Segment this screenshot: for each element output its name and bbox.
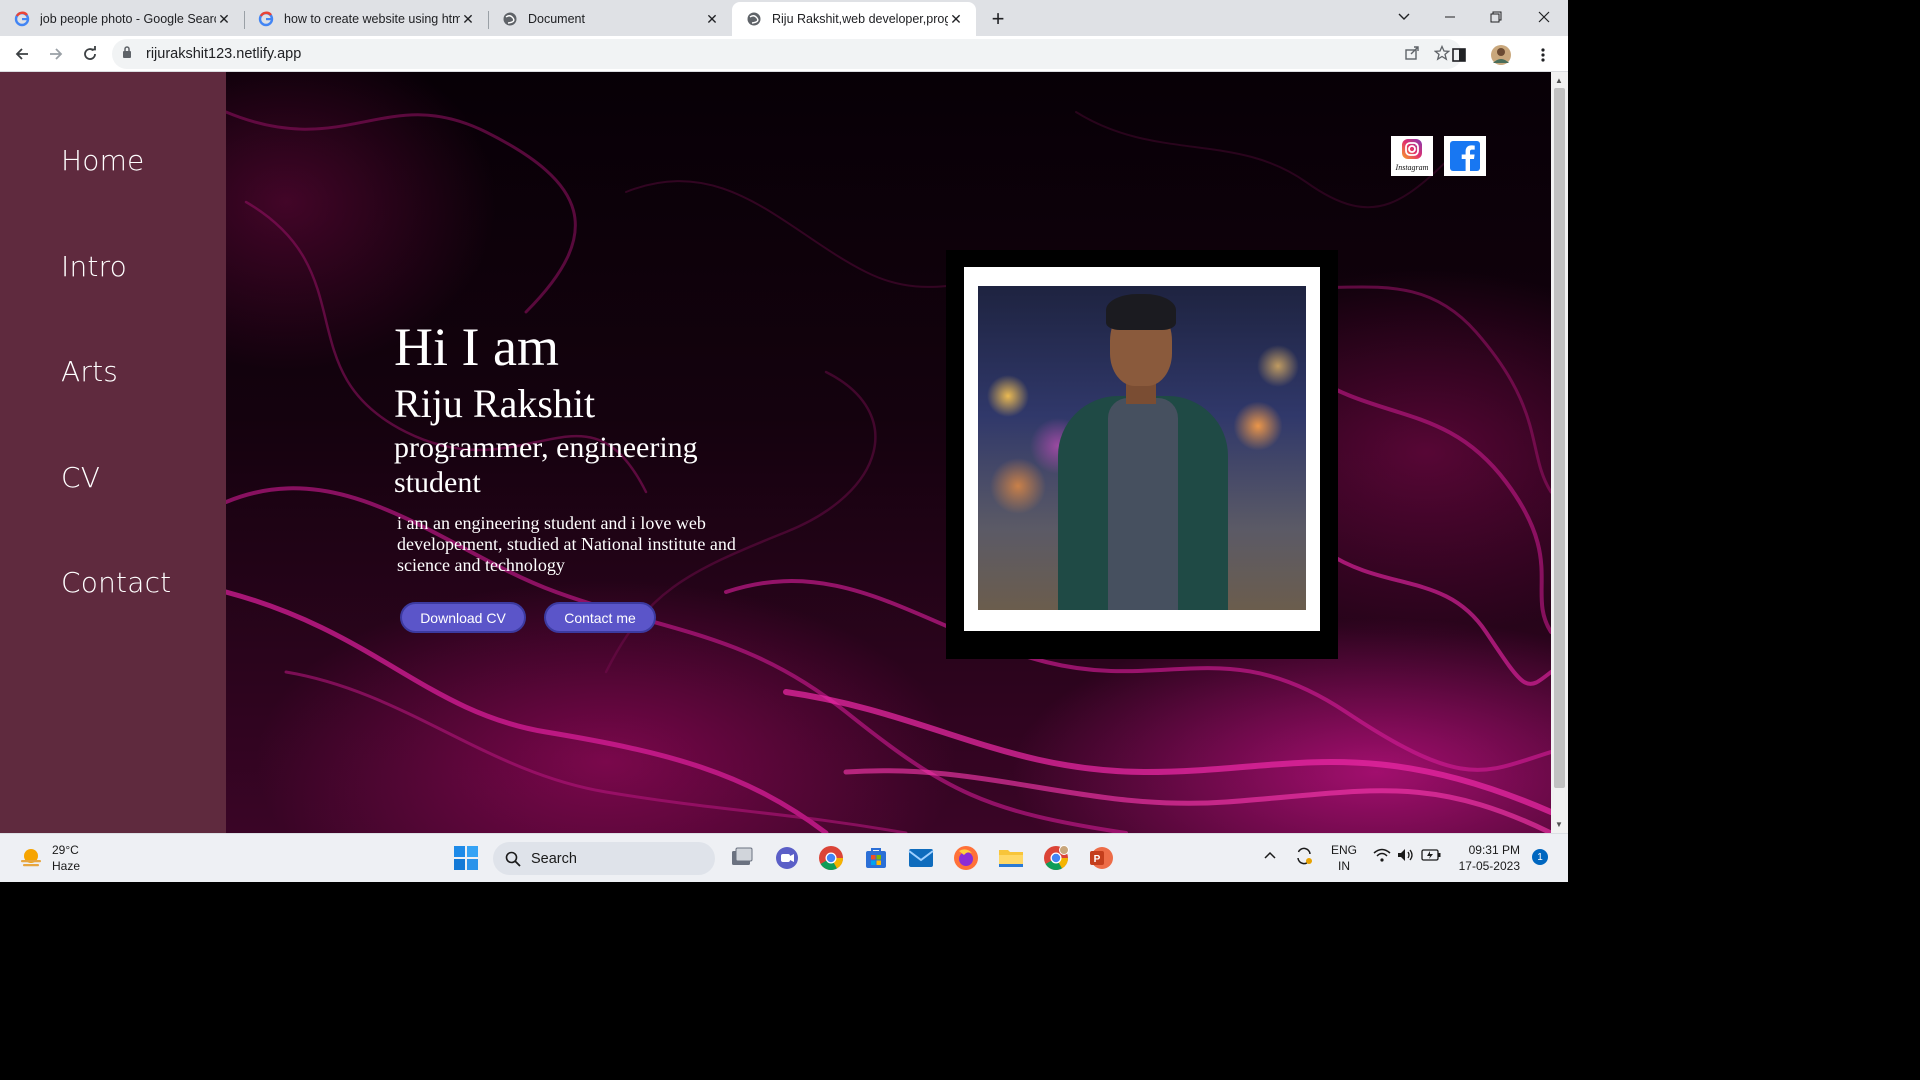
tab-title: Document (528, 12, 585, 26)
kebab-menu-icon[interactable] (1526, 38, 1560, 72)
tab-riju-rakshit[interactable]: Riju Rakshit,web developer,progr ✕ (732, 2, 976, 36)
profile-photo-container (946, 250, 1338, 659)
scroll-down-arrow-icon[interactable]: ▼ (1555, 820, 1563, 829)
close-tab-icon[interactable]: ✕ (704, 11, 720, 27)
tab-search-chevron-icon[interactable] (1381, 0, 1427, 34)
microsoft-store-icon[interactable] (862, 844, 890, 872)
chrome-active-icon[interactable] (1042, 844, 1070, 872)
powerpoint-icon[interactable]: P (1087, 844, 1115, 872)
haze-sun-icon (21, 849, 41, 867)
globe-icon (746, 11, 762, 27)
weather-widget[interactable]: 29°C Haze (18, 842, 80, 874)
reload-icon[interactable] (73, 37, 107, 71)
close-tab-icon[interactable]: ✕ (948, 11, 964, 27)
instagram-caption: Instagram (1395, 163, 1429, 172)
volume-icon[interactable] (1397, 848, 1415, 866)
battery-icon[interactable] (1421, 849, 1441, 865)
teams-chat-icon[interactable] (773, 844, 801, 872)
profile-avatar[interactable] (1484, 38, 1518, 72)
tab-google-search-website[interactable]: how to create website using html ✕ (244, 2, 488, 36)
scroll-up-arrow-icon[interactable]: ▲ (1555, 76, 1563, 85)
web-page: Home Intro Arts CV Contact Hi I am Riju … (0, 72, 1568, 833)
language-line2: IN (1338, 859, 1350, 873)
google-icon (14, 11, 30, 27)
sidebar-nav: Home Intro Arts CV Contact (0, 72, 226, 833)
new-tab-button[interactable]: + (984, 2, 1012, 36)
intro-description: i am an engineering student and i love w… (397, 513, 736, 575)
wifi-icon[interactable] (1373, 848, 1391, 866)
weather-condition: Haze (52, 859, 81, 873)
nav-link-intro[interactable]: Intro (61, 250, 127, 283)
contact-me-button[interactable]: Contact me (544, 602, 656, 633)
instagram-icon: Instagram (1395, 139, 1429, 172)
close-tab-icon[interactable]: ✕ (460, 11, 476, 27)
nav-link-home[interactable]: Home (61, 144, 145, 177)
tab-title: how to create website using html (284, 12, 460, 26)
nav-link-contact[interactable]: Contact (61, 566, 171, 599)
chrome-icon[interactable] (817, 844, 845, 872)
close-tab-icon[interactable]: ✕ (216, 11, 232, 27)
tab-title: job people photo - Google Searc (40, 12, 216, 26)
lock-icon[interactable] (122, 46, 132, 62)
browser-toolbar: rijurakshit123.netlify.app (0, 36, 1568, 72)
share-icon[interactable] (1404, 45, 1420, 65)
search-icon (505, 851, 521, 867)
url-text: rijurakshit123.netlify.app (146, 46, 302, 62)
file-explorer-icon[interactable] (997, 844, 1025, 872)
scrollbar-thumb[interactable] (1554, 88, 1565, 788)
tab-document[interactable]: Document ✕ (488, 2, 732, 36)
weather-temperature: 29°C (52, 843, 79, 857)
role-heading: programmer, engineering student (394, 431, 698, 499)
facebook-link[interactable] (1444, 136, 1486, 176)
minimize-icon[interactable] (1427, 0, 1473, 34)
instagram-link[interactable]: Instagram (1391, 136, 1433, 176)
page-scrollbar[interactable]: ▲ ▼ (1551, 72, 1568, 833)
windows-start-icon[interactable] (454, 846, 478, 875)
notification-badge[interactable]: 1 (1532, 849, 1548, 865)
windows-taskbar: 29°C Haze Search P ENG IN 09:31 PM 17-05… (0, 833, 1568, 882)
firefox-icon[interactable] (952, 844, 980, 872)
language-line1: ENG (1331, 843, 1358, 857)
photo-frame (964, 267, 1320, 631)
sync-icon[interactable] (1294, 846, 1314, 870)
name-heading: Riju Rakshit (394, 381, 596, 426)
language-indicator[interactable]: ENG IN (1331, 842, 1357, 874)
nav-link-cv[interactable]: CV (61, 461, 100, 494)
taskbar-search-box[interactable]: Search (493, 842, 715, 875)
hero-section: Hi I am Riju Rakshit programmer, enginee… (226, 72, 1551, 833)
close-window-icon[interactable] (1521, 0, 1567, 34)
svg-text:P: P (1094, 854, 1101, 865)
clock-date: 17-05-2023 (1458, 859, 1520, 873)
nav-link-arts[interactable]: Arts (61, 355, 118, 388)
mail-icon[interactable] (907, 844, 935, 872)
restore-icon[interactable] (1473, 0, 1519, 34)
profile-photo (978, 286, 1306, 610)
forward-arrow-icon[interactable] (39, 37, 73, 71)
side-panel-icon[interactable] (1442, 38, 1476, 72)
taskbar-search-label: Search (531, 850, 577, 867)
download-cv-button[interactable]: Download CV (400, 602, 526, 633)
task-view-icon[interactable] (728, 844, 756, 872)
globe-icon (502, 11, 518, 27)
tab-google-search-job-photo[interactable]: job people photo - Google Searc ✕ (0, 2, 244, 36)
taskbar-clock[interactable]: 09:31 PM 17-05-2023 (1459, 842, 1520, 874)
clock-time: 09:31 PM (1468, 843, 1520, 857)
address-bar[interactable]: rijurakshit123.netlify.app (112, 39, 1462, 69)
greeting-heading: Hi I am (394, 317, 559, 377)
tab-title: Riju Rakshit,web developer,progr (772, 12, 948, 26)
google-icon (258, 11, 274, 27)
back-arrow-icon[interactable] (5, 37, 39, 71)
browser-tab-bar: job people photo - Google Searc ✕ how to… (0, 0, 1568, 36)
show-hidden-icons-chevron-icon[interactable] (1263, 848, 1277, 864)
facebook-icon (1450, 141, 1480, 171)
